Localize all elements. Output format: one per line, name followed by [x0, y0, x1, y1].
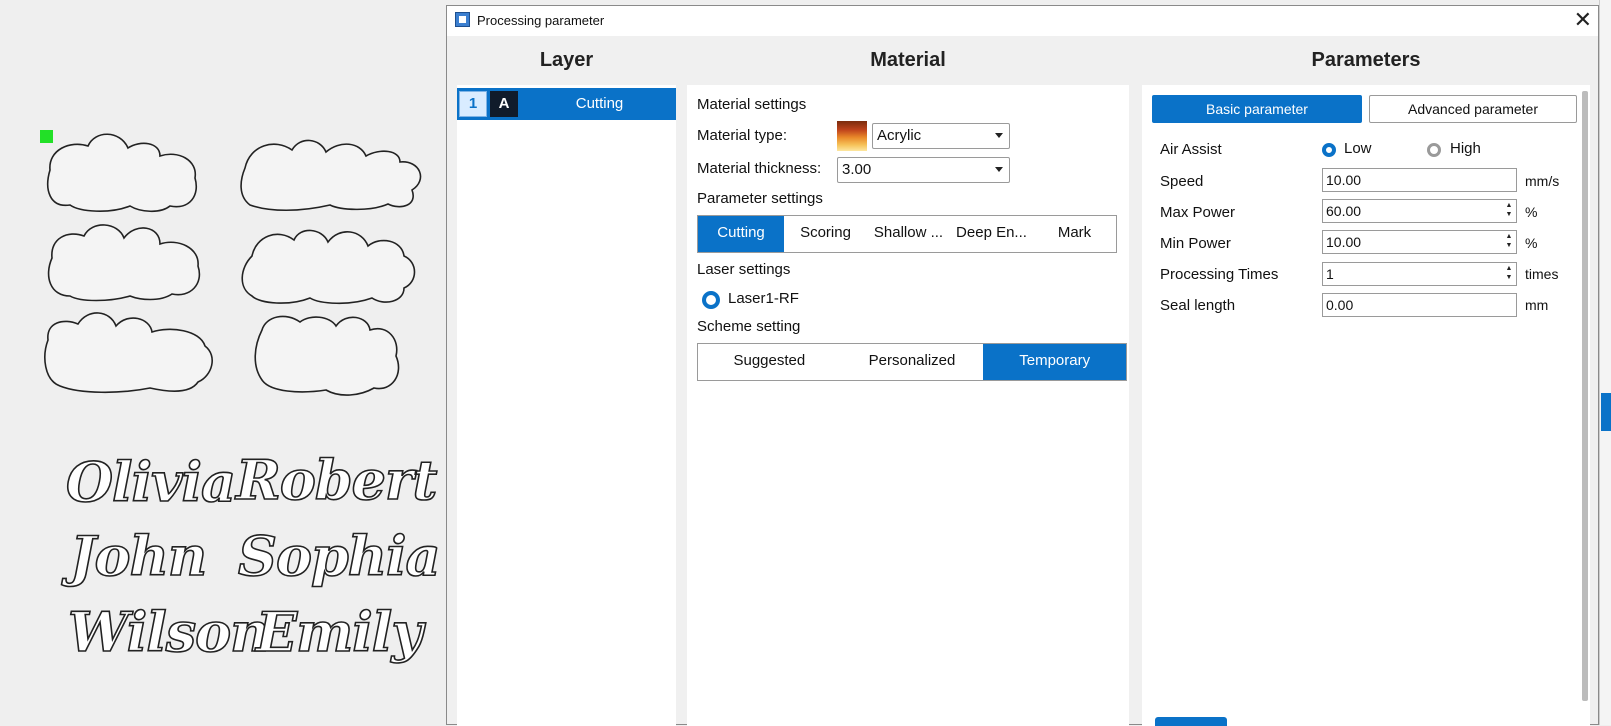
speed-label: Speed	[1160, 173, 1204, 190]
air-low-label[interactable]: Low	[1344, 140, 1372, 157]
spinner-arrows-icon[interactable]: ▲ ▼	[1504, 264, 1514, 284]
parameters-heading: Parameters	[1311, 49, 1421, 71]
layer-name: Cutting	[575, 95, 624, 112]
min-power-input[interactable]: 10.00 ▲ ▼	[1322, 230, 1517, 254]
scheme-tabs: Suggested Personalized Temporary	[697, 343, 1127, 381]
material-type-select[interactable]: Acrylic	[872, 123, 1010, 149]
max-power-input[interactable]: 60.00 ▲ ▼	[1322, 199, 1517, 223]
canvas-text[interactable]: Emily	[255, 599, 423, 665]
max-power-unit: %	[1525, 204, 1538, 220]
layer-heading: Layer	[539, 49, 594, 71]
material-thickness-select[interactable]: 3.00	[837, 157, 1010, 183]
air-assist-label: Air Assist	[1160, 141, 1222, 158]
basic-parameter-tab[interactable]: Basic parameter	[1152, 95, 1362, 123]
parameter-settings-heading: Parameter settings	[697, 190, 823, 207]
bubble-shape	[44, 312, 213, 394]
layer-row[interactable]: 1 A Cutting	[457, 88, 676, 120]
close-icon[interactable]: ✕	[1574, 8, 1592, 32]
background-button-edge	[1601, 393, 1611, 431]
tab-mark[interactable]: Mark	[1033, 216, 1116, 252]
bubble-shape	[254, 315, 400, 396]
tab-deep[interactable]: Deep En...	[950, 216, 1033, 252]
max-power-label: Max Power	[1160, 204, 1236, 221]
laser-radio[interactable]	[702, 291, 720, 309]
bubble-shape	[240, 139, 422, 212]
tab-personalized[interactable]: Personalized	[841, 344, 984, 380]
laser-settings-heading: Laser settings	[697, 261, 791, 278]
canvas-text[interactable]: John	[69, 523, 208, 589]
air-high-radio[interactable]	[1427, 143, 1441, 157]
layer-mode-badge: A	[490, 91, 518, 117]
seal-length-label: Seal length	[1160, 297, 1236, 314]
material-settings-heading: Material settings	[697, 96, 807, 113]
material-swatch-icon	[837, 121, 867, 151]
design-canvas[interactable]: Olivia Robert John Sophia Wilson Emily	[0, 0, 446, 725]
canvas-text[interactable]: Robert	[235, 447, 438, 513]
processing-parameter-dialog: Processing parameter ✕ Layer Material Pa…	[446, 5, 1599, 726]
processing-times-label: Processing Times	[1160, 266, 1279, 283]
tab-shallow[interactable]: Shallow ...	[867, 216, 950, 252]
air-low-radio[interactable]	[1322, 143, 1336, 157]
advanced-parameter-tab[interactable]: Advanced parameter	[1369, 95, 1577, 123]
chevron-down-icon	[995, 167, 1003, 172]
canvas-text[interactable]: Wilson	[67, 599, 270, 665]
tab-suggested[interactable]: Suggested	[698, 344, 841, 380]
layer-number: 1	[459, 91, 487, 117]
seal-length-input[interactable]: 0.00	[1322, 293, 1517, 317]
material-type-label: Material type:	[697, 127, 788, 144]
material-thickness-label: Material thickness:	[697, 160, 822, 177]
background-app-edge	[1599, 0, 1611, 725]
bubble-shape	[241, 229, 416, 305]
tab-cutting[interactable]: Cutting	[698, 216, 784, 252]
bubble-shapes	[44, 133, 422, 396]
material-panel: Material settings Material type: Acrylic…	[687, 85, 1129, 726]
air-high-label[interactable]: High	[1450, 140, 1481, 157]
canvas-text[interactable]: Olivia	[65, 449, 237, 515]
speed-input[interactable]: 10.00	[1322, 168, 1517, 192]
dialog-title: Processing parameter	[477, 13, 605, 28]
tab-scoring[interactable]: Scoring	[784, 216, 867, 252]
scheme-setting-heading: Scheme setting	[697, 318, 801, 335]
app-icon	[455, 12, 470, 27]
bubble-shape	[46, 133, 197, 213]
material-heading: Material	[870, 49, 946, 71]
processing-times-value: 1	[1326, 266, 1334, 282]
min-power-unit: %	[1525, 235, 1538, 251]
scrollbar[interactable]	[1582, 91, 1588, 701]
spinner-arrows-icon[interactable]: ▲ ▼	[1504, 201, 1514, 221]
title-bar[interactable]: Processing parameter ✕	[447, 6, 1598, 36]
parameter-tabs: Cutting Scoring Shallow ... Deep En... M…	[697, 215, 1117, 253]
parameters-panel: Basic parameter Advanced parameter Air A…	[1142, 85, 1590, 726]
canvas-text[interactable]: Sophia	[237, 523, 441, 589]
laser-option-label[interactable]: Laser1-RF	[728, 290, 799, 307]
chevron-down-icon	[995, 133, 1003, 138]
spinner-arrows-icon[interactable]: ▲ ▼	[1504, 232, 1514, 252]
processing-times-unit: times	[1525, 266, 1559, 282]
bubble-shape	[47, 224, 201, 302]
processing-times-input[interactable]: 1 ▲ ▼	[1322, 262, 1517, 286]
material-thickness-value: 3.00	[842, 161, 872, 178]
layer-panel: 1 A Cutting	[457, 85, 676, 726]
material-type-value: Acrylic	[877, 127, 922, 144]
tab-temporary[interactable]: Temporary	[983, 344, 1127, 380]
min-power-label: Min Power	[1160, 235, 1231, 252]
seal-length-unit: mm	[1525, 297, 1549, 313]
min-power-value: 10.00	[1326, 234, 1362, 250]
speed-unit: mm/s	[1525, 173, 1560, 189]
max-power-value: 60.00	[1326, 203, 1362, 219]
